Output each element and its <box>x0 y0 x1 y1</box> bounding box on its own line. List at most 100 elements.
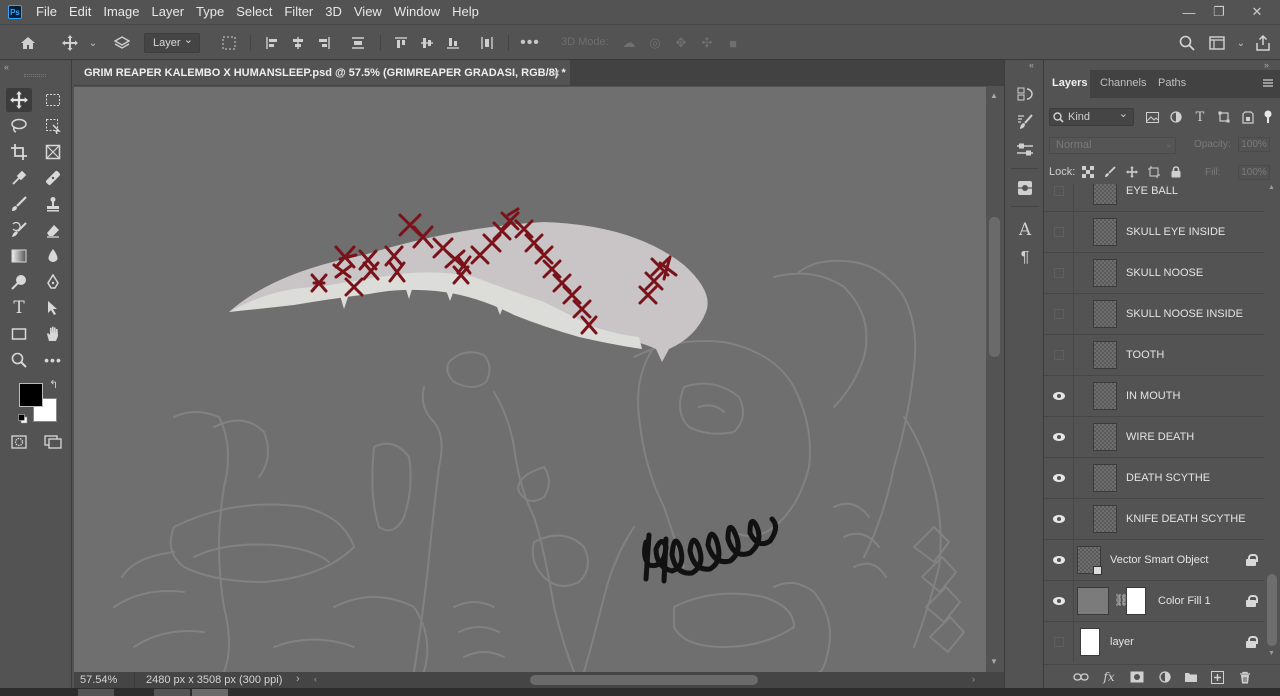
visibility-toggle[interactable] <box>1044 581 1074 621</box>
scroll-up-icon[interactable]: ▲ <box>990 91 998 100</box>
frame-tool-icon[interactable] <box>40 140 66 164</box>
filter-adjustment-icon[interactable] <box>1168 109 1184 125</box>
collapse-panels-icon[interactable]: « <box>1029 60 1034 70</box>
visibility-toggle[interactable] <box>1044 458 1074 498</box>
crop-tool-icon[interactable] <box>6 140 32 164</box>
layer-row[interactable]: ⛓ Color Fill 1 <box>1044 581 1264 622</box>
object-selection-tool-icon[interactable] <box>40 114 66 138</box>
panel-menu-icon[interactable] <box>1262 78 1274 88</box>
workspace-icon[interactable] <box>1208 34 1226 52</box>
layer-row[interactable]: DEATH SCYTHE <box>1044 458 1264 499</box>
visibility-toggle[interactable] <box>1044 540 1074 580</box>
paragraph-panel-icon[interactable]: ¶ <box>1013 246 1037 270</box>
layer-row[interactable]: SKULL NOOSE <box>1044 253 1264 294</box>
history-panel-icon[interactable] <box>1013 82 1037 106</box>
swap-colors-icon[interactable]: ↰ <box>49 378 58 391</box>
restore-button[interactable]: ❐ <box>1204 0 1234 24</box>
brush-tool-icon[interactable] <box>6 192 32 216</box>
scroll-right-icon[interactable]: › <box>972 674 975 684</box>
layers-scrollbar[interactable]: ▲ ▼ <box>1264 184 1280 662</box>
taskbar-item[interactable] <box>154 689 190 696</box>
move-tool-icon[interactable] <box>6 88 32 112</box>
visibility-toggle[interactable] <box>1044 499 1074 539</box>
zoom-level[interactable]: 57.54% <box>80 674 117 686</box>
lock-all-icon[interactable] <box>1169 165 1183 179</box>
align-center-icon[interactable] <box>289 34 307 52</box>
zoom-tool-icon[interactable] <box>6 348 32 372</box>
visibility-toggle[interactable] <box>1044 622 1074 662</box>
transform-controls-icon[interactable] <box>220 34 238 52</box>
align-middle-icon[interactable] <box>418 34 436 52</box>
status-menu-arrow[interactable]: › <box>296 673 300 685</box>
new-group-icon[interactable] <box>1182 669 1200 685</box>
more-options-icon[interactable]: ••• <box>520 34 539 52</box>
collapse-toolbar-icon[interactable]: « <box>4 62 9 72</box>
clone-stamp-tool-icon[interactable] <box>40 192 66 216</box>
menu-window[interactable]: Window <box>388 0 446 24</box>
screen-mode-icon[interactable] <box>40 430 66 454</box>
pen-tool-icon[interactable] <box>40 270 66 294</box>
blend-mode-dropdown[interactable]: Normal <box>1049 137 1176 154</box>
new-layer-icon[interactable] <box>1208 669 1226 685</box>
layer-row[interactable]: EYE BALL <box>1044 184 1264 212</box>
layer-mask-thumbnail[interactable] <box>1126 587 1146 615</box>
filter-smart-object-icon[interactable] <box>1240 109 1256 125</box>
delete-layer-icon[interactable] <box>1236 669 1254 685</box>
menu-file[interactable]: File <box>30 0 63 24</box>
filter-shape-icon[interactable] <box>1216 109 1232 125</box>
share-icon[interactable] <box>1254 34 1272 52</box>
layers-scroll-thumb[interactable] <box>1267 574 1277 646</box>
libraries-panel-icon[interactable] <box>1013 176 1037 200</box>
visibility-toggle[interactable] <box>1044 184 1074 211</box>
layer-row[interactable]: WIRE DEATH <box>1044 417 1264 458</box>
opacity-field[interactable]: 100% <box>1238 137 1270 152</box>
taskbar-item[interactable] <box>192 689 228 696</box>
auto-select-icon[interactable] <box>113 34 131 52</box>
menu-filter[interactable]: Filter <box>278 0 319 24</box>
layer-row[interactable]: SKULL EYE INSIDE <box>1044 212 1264 253</box>
chevron-down-icon[interactable]: ⌄ <box>1232 34 1250 52</box>
menu-help[interactable]: Help <box>446 0 485 24</box>
visibility-toggle[interactable] <box>1044 212 1074 252</box>
gradient-tool-icon[interactable] <box>6 244 32 268</box>
brush-settings-panel-icon[interactable] <box>1013 110 1037 134</box>
distribute-icon[interactable] <box>349 34 367 52</box>
auto-select-target-dropdown[interactable]: Layer <box>144 31 200 53</box>
align-bottom-icon[interactable] <box>444 34 462 52</box>
menu-edit[interactable]: Edit <box>63 0 97 24</box>
menu-layer[interactable]: Layer <box>146 0 191 24</box>
visibility-toggle[interactable] <box>1044 294 1074 334</box>
tab-channels[interactable]: Channels <box>1092 70 1154 98</box>
lock-pixels-icon[interactable] <box>1103 165 1117 179</box>
lasso-tool-icon[interactable] <box>6 114 32 138</box>
lock-position-icon[interactable] <box>1125 165 1139 179</box>
blur-tool-icon[interactable] <box>40 244 66 268</box>
visibility-toggle[interactable] <box>1044 417 1074 457</box>
menu-type[interactable]: Type <box>190 0 230 24</box>
vertical-scroll-thumb[interactable] <box>989 217 1000 357</box>
align-right-icon[interactable] <box>315 34 333 52</box>
scroll-left-icon[interactable]: ‹ <box>314 674 317 684</box>
adjustments-panel-icon[interactable] <box>1013 138 1037 162</box>
healing-brush-tool-icon[interactable] <box>40 166 66 190</box>
link-layers-icon[interactable] <box>1072 669 1090 685</box>
filter-toggle-icon[interactable] <box>1260 109 1276 125</box>
eraser-tool-icon[interactable] <box>40 218 66 242</box>
menu-view[interactable]: View <box>348 0 388 24</box>
filter-pixel-icon[interactable] <box>1144 109 1160 125</box>
menu-3d[interactable]: 3D <box>319 0 348 24</box>
lock-transparent-icon[interactable] <box>1081 165 1095 179</box>
dodge-tool-icon[interactable] <box>6 270 32 294</box>
fill-field[interactable]: 100% <box>1238 165 1270 180</box>
taskbar-item[interactable] <box>78 689 114 696</box>
hand-tool-icon[interactable] <box>40 322 66 346</box>
path-selection-tool-icon[interactable] <box>40 296 66 320</box>
visibility-toggle[interactable] <box>1044 335 1074 375</box>
type-tool-icon[interactable]: T <box>6 296 32 320</box>
eyedropper-tool-icon[interactable] <box>6 166 32 190</box>
visibility-toggle[interactable] <box>1044 376 1074 416</box>
expand-panel-icon[interactable]: » <box>1264 60 1269 70</box>
quick-mask-icon[interactable] <box>6 430 32 454</box>
layer-row[interactable]: SKULL NOOSE INSIDE <box>1044 294 1264 335</box>
layer-row[interactable]: Vector Smart Object <box>1044 540 1264 581</box>
